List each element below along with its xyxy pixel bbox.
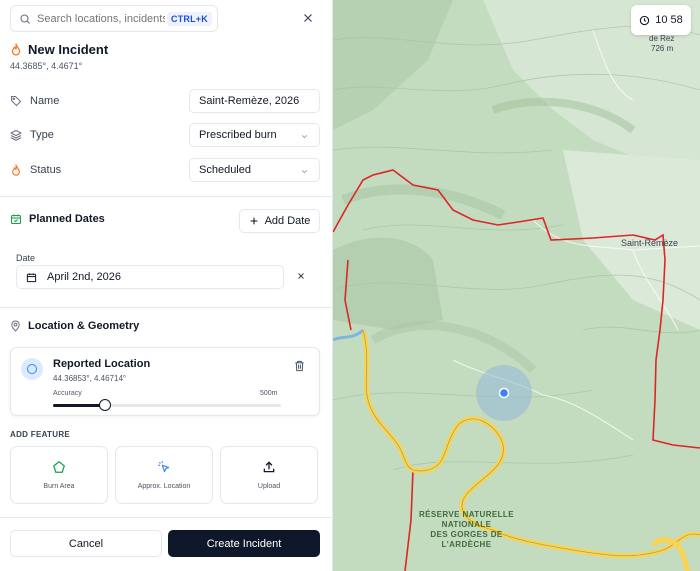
reserve-line-4: L'ARDÈCHE bbox=[441, 540, 492, 549]
reported-location-coords: 44.36853°, 4.46714° bbox=[53, 374, 127, 383]
close-icon[interactable] bbox=[301, 11, 315, 25]
chevron-down-icon bbox=[301, 135, 308, 139]
type-label: Type bbox=[30, 129, 54, 141]
search-box[interactable]: CTRL+K bbox=[10, 5, 218, 32]
approx-location-label: Approx. Location bbox=[137, 483, 191, 490]
divider bbox=[0, 517, 333, 518]
accuracy-slider-fill bbox=[53, 404, 106, 407]
location-geometry-header: Location & Geometry bbox=[10, 320, 139, 332]
burn-area-button[interactable]: Burn Area bbox=[10, 446, 108, 504]
type-value: Prescribed burn bbox=[199, 129, 277, 141]
accuracy-slider[interactable] bbox=[53, 399, 281, 411]
calendar-check-icon bbox=[10, 214, 22, 225]
divider bbox=[0, 307, 333, 308]
date-picker[interactable]: April 2nd, 2026 bbox=[16, 265, 284, 289]
clock-time: 10 58 bbox=[655, 14, 683, 26]
date-label: Date bbox=[16, 253, 36, 263]
type-select[interactable]: Prescribed burn bbox=[189, 123, 320, 147]
name-input[interactable]: Saint-Remèze, 2026 bbox=[189, 89, 320, 113]
reported-location-title: Reported Location bbox=[53, 358, 151, 370]
trash-icon[interactable] bbox=[294, 360, 305, 372]
map-pin-icon bbox=[11, 320, 20, 332]
accuracy-slider-thumb[interactable] bbox=[99, 399, 112, 411]
map-label-town: Saint-Remèze bbox=[621, 238, 679, 248]
status-value: Scheduled bbox=[199, 164, 251, 176]
reserve-line-2: NATIONALE bbox=[441, 520, 492, 529]
status-row: Status Scheduled bbox=[10, 158, 320, 182]
layers-icon bbox=[10, 130, 22, 141]
reported-location-card[interactable]: Reported Location 44.36853°, 4.46714° Ac… bbox=[10, 347, 320, 416]
tag-icon bbox=[11, 96, 22, 107]
calendar-icon bbox=[26, 272, 37, 282]
add-feature-heading: ADD FEATURE bbox=[10, 430, 71, 439]
clock-icon bbox=[640, 15, 650, 25]
name-label: Name bbox=[30, 95, 60, 107]
burn-area-label: Burn Area bbox=[43, 483, 75, 490]
date-value: April 2nd, 2026 bbox=[47, 271, 121, 283]
location-point-icon bbox=[21, 358, 43, 380]
search-input[interactable] bbox=[37, 12, 165, 25]
flame-icon bbox=[12, 163, 20, 176]
time-widget[interactable]: 10 58 bbox=[631, 5, 691, 35]
cursor-click-icon bbox=[158, 461, 170, 473]
divider bbox=[0, 196, 333, 197]
map-view[interactable]: 10 58 de Rez 726 m Saint-Remèze RÉSERVE … bbox=[333, 0, 700, 571]
upload-label: Upload bbox=[257, 483, 281, 490]
location-marker[interactable] bbox=[498, 387, 510, 399]
incident-panel: CTRL+K New Incident 44.3685°, 4.4671° Na… bbox=[0, 0, 333, 571]
cancel-button[interactable]: Cancel bbox=[10, 530, 162, 557]
status-select[interactable]: Scheduled bbox=[189, 158, 320, 182]
reserve-line-3: DES GORGES DE bbox=[430, 530, 503, 539]
incident-coords: 44.3685°, 4.4671° bbox=[10, 61, 83, 71]
map-label-reserve: RÉSERVE NATURELLE NATIONALE DES GORGES D… bbox=[419, 510, 514, 550]
chevron-down-icon bbox=[301, 170, 308, 174]
type-row: Type Prescribed burn bbox=[10, 123, 320, 147]
status-label: Status bbox=[30, 164, 62, 176]
reserve-line-1: RÉSERVE NATURELLE bbox=[419, 510, 514, 519]
location-geometry-title: Location & Geometry bbox=[28, 320, 140, 332]
planned-dates-title: Planned Dates bbox=[29, 213, 105, 225]
name-row: Name Saint-Remèze, 2026 bbox=[10, 89, 320, 113]
clear-date-icon[interactable] bbox=[296, 271, 306, 281]
upload-button[interactable]: Upload bbox=[220, 446, 318, 504]
plus-icon bbox=[250, 217, 257, 225]
flame-icon bbox=[11, 42, 21, 56]
accuracy-max: 500m bbox=[260, 390, 278, 397]
approx-location-button[interactable]: Approx. Location bbox=[115, 446, 213, 504]
map-canvas[interactable] bbox=[333, 0, 700, 571]
search-shortcut-badge: CTRL+K bbox=[167, 11, 212, 26]
create-incident-button[interactable]: Create Incident bbox=[168, 530, 320, 557]
search-icon bbox=[20, 13, 30, 24]
add-date-button[interactable]: Add Date bbox=[239, 209, 320, 233]
map-label-rez: de Rez bbox=[649, 34, 675, 43]
pentagon-icon bbox=[53, 461, 65, 473]
incident-header: New Incident bbox=[10, 42, 108, 57]
upload-icon bbox=[263, 461, 275, 473]
map-label-elevation: 726 m bbox=[651, 44, 674, 53]
page-title: New Incident bbox=[28, 42, 109, 57]
add-date-label: Add Date bbox=[264, 215, 311, 227]
accuracy-label: Accuracy bbox=[53, 390, 82, 397]
planned-dates-header: Planned Dates bbox=[10, 213, 105, 225]
